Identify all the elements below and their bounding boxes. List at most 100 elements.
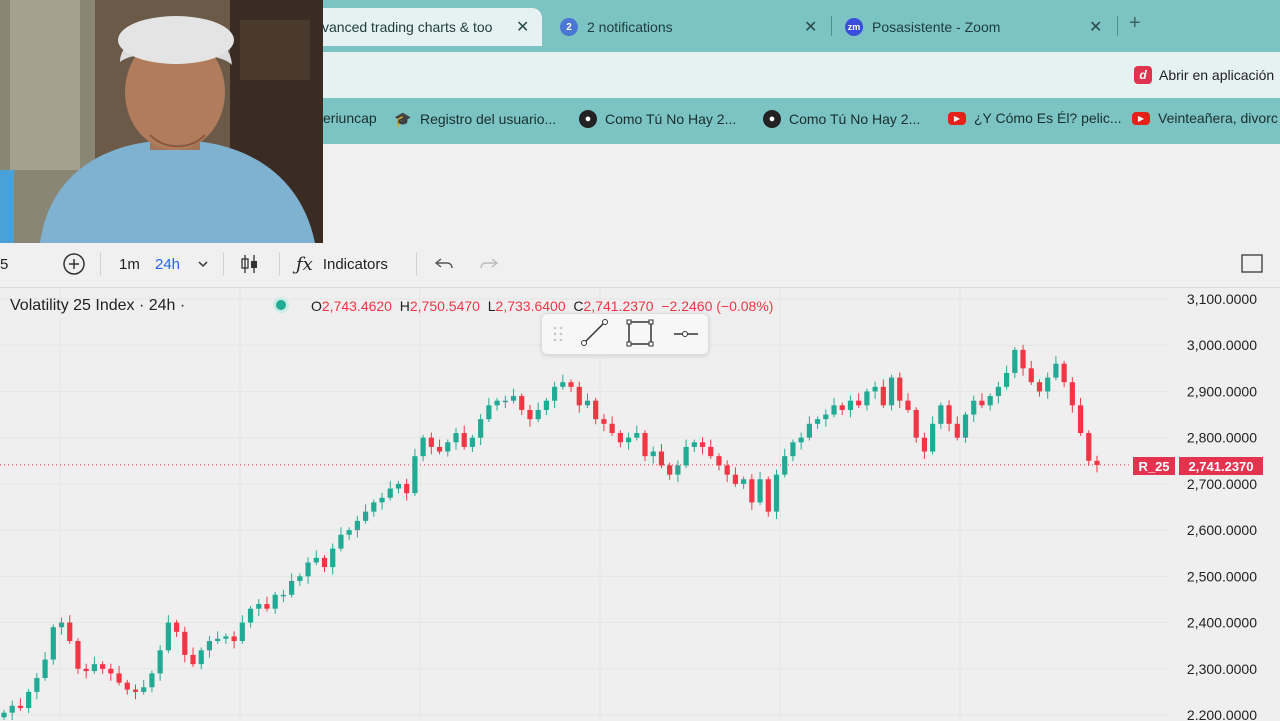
horizontal-ray-icon[interactable]	[674, 331, 698, 337]
candle-body	[946, 405, 952, 424]
candle-body	[831, 405, 837, 415]
price-axis-label: 2,400.0000	[1187, 615, 1257, 631]
candle-body	[1, 712, 7, 718]
candle-body	[436, 446, 443, 452]
close-value: 2,741.2370	[583, 298, 654, 314]
fullscreen-button[interactable]	[1240, 250, 1264, 278]
candle-body	[313, 557, 319, 563]
drawing-tools	[553, 319, 698, 347]
candle-body	[420, 437, 426, 457]
candle-body	[272, 594, 278, 609]
candle-body	[42, 659, 48, 679]
redo-button[interactable]	[478, 250, 500, 278]
candle-body	[75, 641, 81, 669]
close-icon[interactable]: ✕	[1089, 17, 1102, 37]
tab-title: vanced trading charts & too	[322, 19, 493, 35]
candle-body	[91, 664, 97, 672]
close-icon[interactable]: ✕	[804, 17, 817, 37]
webcam-overlay	[0, 0, 323, 243]
candle-body	[379, 497, 385, 503]
change-value: −2.2460 (−0.08%)	[661, 298, 774, 314]
rectangle-tool-icon[interactable]	[626, 319, 654, 347]
candle-body	[223, 636, 229, 639]
interval-dropdown[interactable]	[196, 250, 210, 278]
symbol-search[interactable]: 5	[0, 250, 8, 278]
candle-body	[683, 446, 689, 466]
candle-body	[806, 423, 812, 438]
candle-body	[938, 405, 944, 424]
candle-body	[371, 502, 377, 512]
candle-body	[387, 488, 393, 498]
candle-body	[625, 437, 632, 443]
candle-body	[141, 687, 147, 692]
undo-icon	[434, 258, 453, 269]
candle-body	[1053, 363, 1059, 378]
toolbar-divider	[223, 252, 224, 276]
bookmark-item[interactable]: eriuncap	[323, 110, 377, 126]
tab-notifications[interactable]: 2 2 notifications ✕	[560, 8, 828, 46]
indicators-label: Indicators	[322, 255, 388, 273]
candle-body	[190, 654, 196, 665]
chart-type-button[interactable]	[239, 250, 261, 278]
candle-body	[215, 638, 221, 642]
candle-body	[584, 400, 591, 406]
undo-button[interactable]	[433, 250, 455, 278]
chart-title: Volatility 25 Index · 24h ·	[10, 297, 186, 314]
candle-body	[634, 433, 640, 438]
price-axis-label: 3,100.0000	[1187, 291, 1257, 307]
candle-body	[198, 650, 204, 665]
candle-body	[321, 557, 328, 568]
square-icon	[1241, 254, 1263, 273]
candle-body	[839, 405, 845, 410]
candle-body	[83, 668, 89, 672]
price-axis-label: 2,200.0000	[1187, 707, 1257, 720]
tab-zoom[interactable]: zm Posasistente - Zoom ✕	[845, 8, 1113, 46]
candle-body	[338, 534, 344, 549]
bookmark-item[interactable]: ● Como Tú No Hay 2...	[579, 110, 736, 128]
price-axis-label: 2,800.0000	[1187, 430, 1257, 446]
candle-body	[289, 580, 295, 595]
candle-body	[445, 442, 451, 452]
candle-body	[757, 479, 763, 503]
candle-body	[872, 386, 878, 392]
candle-body	[124, 682, 130, 690]
candles-icon	[241, 255, 257, 273]
new-tab-button[interactable]: +	[1129, 12, 1141, 35]
candle-body	[782, 456, 788, 475]
movie-site-icon: ●	[579, 110, 597, 128]
bookmark-item[interactable]: ● Como Tú No Hay 2...	[763, 110, 920, 128]
candle-body	[601, 419, 607, 424]
open-in-app-button[interactable]: d Abrir en aplicación	[1134, 66, 1274, 84]
candle-body	[921, 437, 928, 452]
tab-trading[interactable]: vanced trading charts & too ✕	[300, 8, 542, 46]
candle-body	[67, 622, 73, 642]
interval-1m[interactable]: 1m	[119, 250, 140, 278]
candle-body	[675, 465, 681, 475]
toolbar-divider	[279, 252, 280, 276]
candle-body	[502, 400, 508, 403]
candle-body	[724, 465, 730, 475]
candle-body	[510, 396, 517, 401]
candle-body	[749, 479, 755, 503]
bookmark-item[interactable]: ▶ ¿Y Cómo Es Él? pelic...	[948, 110, 1122, 126]
candle-body	[1020, 349, 1026, 369]
candle-body	[897, 377, 903, 401]
candle-body	[593, 400, 599, 420]
candle-body	[305, 562, 311, 577]
bookmark-item[interactable]: ▶ Veinteañera, divorc	[1132, 110, 1278, 126]
bookmark-item[interactable]: 🎓 Registro del usuario...	[394, 110, 556, 128]
trend-line-icon[interactable]	[581, 319, 608, 346]
high-value: 2,750.5470	[409, 298, 480, 314]
candle-body	[17, 705, 24, 709]
candle-body	[1012, 349, 1018, 373]
graduation-cap-icon: 🎓	[394, 110, 412, 127]
add-symbol-button[interactable]	[62, 250, 86, 278]
close-icon[interactable]: ✕	[516, 17, 529, 37]
candle-body	[790, 442, 796, 457]
candle-body	[823, 414, 829, 420]
indicators-button[interactable]: ƒx Indicators	[296, 250, 388, 278]
youtube-icon: ▶	[948, 111, 966, 125]
candle-body	[494, 400, 500, 406]
candle-body	[691, 442, 697, 447]
interval-24h[interactable]: 24h	[155, 250, 180, 278]
